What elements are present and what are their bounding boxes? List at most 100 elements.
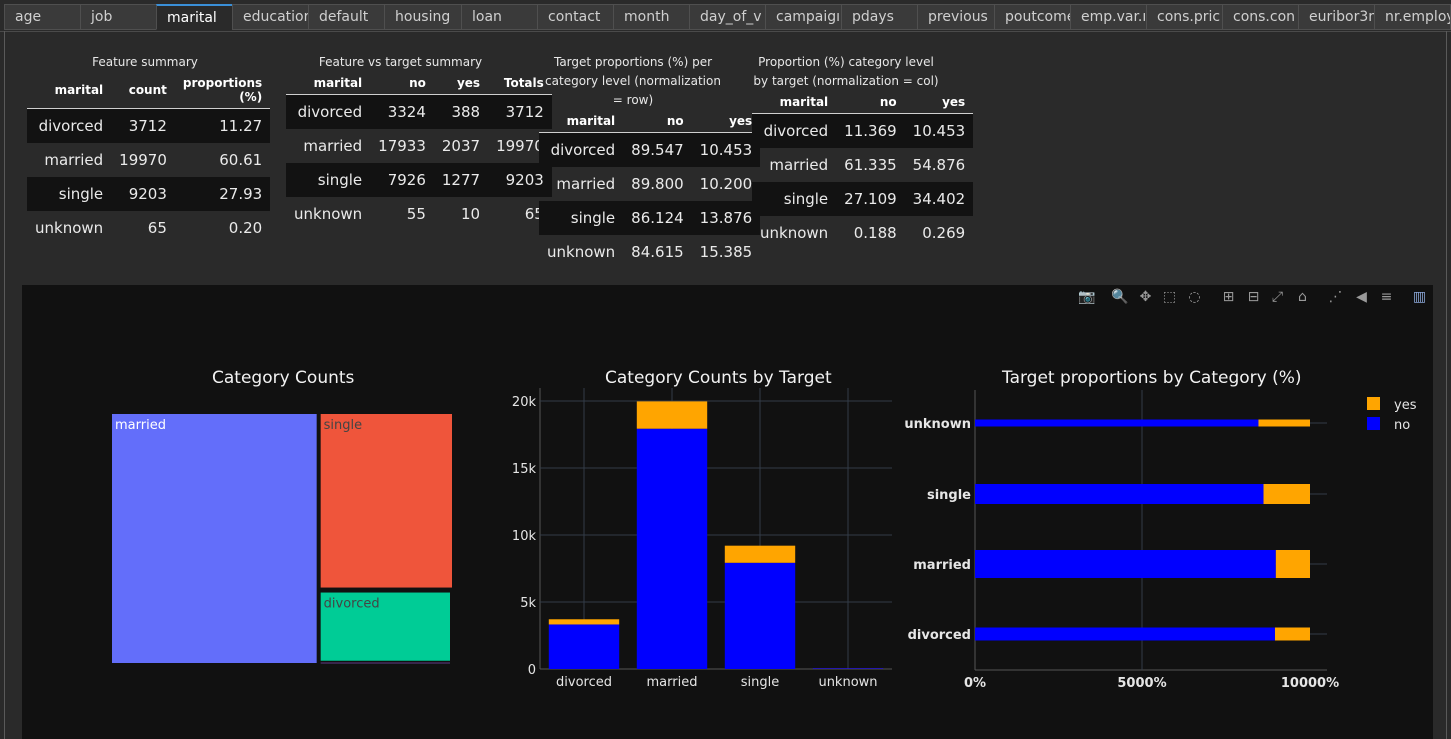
panel-left-border [4, 31, 5, 739]
zoom-icon[interactable]: 🔍 [1111, 289, 1128, 306]
table-cell: 86.124 [623, 201, 692, 235]
tab-poutcome[interactable]: poutcome [994, 4, 1071, 30]
tab-age[interactable]: age [4, 4, 81, 30]
treemap-title: Category Counts [212, 368, 355, 388]
table-cell: 10.453 [904, 113, 974, 148]
table-cell: 0.20 [228, 219, 263, 237]
tab-nr-employed[interactable]: nr.employ [1374, 4, 1451, 30]
zoom-in-icon[interactable]: ⊞ [1220, 289, 1237, 306]
tab-previous[interactable]: previous [917, 4, 995, 30]
autoscale-icon[interactable]: ⤢ [1269, 289, 1286, 306]
table-caption: Feature vs target summary [318, 55, 483, 69]
pan-icon[interactable]: ✥ [1137, 289, 1154, 306]
tab-month[interactable]: month [613, 4, 690, 30]
table-row: married 17933 2037 19970 [286, 129, 552, 163]
row-label: unknown [760, 224, 829, 242]
feature-summary-table: Feature summary marital count proportion… [27, 53, 271, 245]
row-label: divorced [27, 108, 112, 143]
hover-compare-icon[interactable]: ≡ [1378, 289, 1395, 306]
table-row: single 86.124 13.876 [539, 201, 761, 235]
tab-euribor3m[interactable]: euribor3r [1298, 4, 1375, 30]
table-cell: 89.547 [623, 132, 692, 167]
spike-lines-icon[interactable]: ⋰ [1327, 289, 1344, 306]
column-header: yes [433, 72, 489, 95]
table-row: unknown 0.188 0.269 [752, 216, 973, 250]
table-row: unknown 65 0.20 [27, 211, 270, 245]
tab-job[interactable]: job [80, 4, 157, 30]
table-cell: 11.27 [174, 108, 271, 143]
panel-right-border [1446, 31, 1447, 739]
row-label: single [27, 177, 112, 211]
table-row: divorced 3324 388 3712 [286, 94, 552, 129]
column-header: marital [286, 72, 371, 95]
tab-cons-price-idx[interactable]: cons.pric [1146, 4, 1223, 30]
row-label: single [539, 201, 624, 235]
tab-housing[interactable]: housing [384, 4, 462, 30]
tab-pdays[interactable]: pdays [841, 4, 918, 30]
table-row: married 89.800 10.200 [539, 167, 760, 201]
table-cell: 2037 [441, 137, 481, 155]
box-select-icon[interactable]: ⬚ [1161, 289, 1178, 306]
table-cell: 54.876 [912, 156, 966, 174]
row-label: divorced [539, 132, 624, 167]
table-cell: 19970 [119, 151, 167, 169]
table-cell: 65 [147, 219, 167, 237]
table-row: single 9203 27.93 [27, 177, 271, 211]
table-caption: Target proportions (%) per category leve… [545, 55, 721, 107]
table-cell: 27.93 [174, 177, 271, 211]
table-cell: 60.61 [219, 151, 263, 169]
row-label: single [286, 163, 371, 197]
column-header: no [370, 72, 434, 95]
table-cell: 1277 [433, 163, 489, 197]
table-caption: Proportion (%) category level by target … [753, 55, 939, 88]
feature-vs-target-table: Feature vs target summary marital no yes… [286, 53, 552, 231]
tab-campaign[interactable]: campaigı [765, 4, 842, 30]
tab-emp-var-rate[interactable]: emp.var.ı [1070, 4, 1147, 30]
table-row: unknown 55 10 65 [286, 197, 552, 231]
table-cell: 27.109 [836, 182, 905, 216]
lasso-icon[interactable]: ◌ [1186, 289, 1203, 306]
horizontal-bar-title: Target proportions by Category (%) [1002, 368, 1302, 388]
proportion-by-target-col-table: Proportion (%) category level by target … [752, 53, 974, 250]
table-cell: 11.369 [836, 113, 905, 148]
row-label: divorced [286, 94, 371, 129]
table-cell: 7926 [370, 163, 434, 197]
tab-marital[interactable]: marital [156, 4, 233, 30]
tab-day-of-week[interactable]: day_of_v [689, 4, 766, 30]
home-icon[interactable]: ⌂ [1294, 289, 1311, 306]
row-label: unknown [35, 219, 104, 237]
row-label: married [769, 156, 829, 174]
table-cell: 10 [460, 205, 481, 223]
row-label: married [303, 137, 363, 155]
table-cell: 84.615 [631, 243, 684, 261]
column-header: marital [539, 110, 624, 133]
tab-loan[interactable]: loan [461, 4, 538, 30]
table-cell: 55 [406, 205, 426, 223]
tab-cons-conf-idx[interactable]: cons.con [1222, 4, 1299, 30]
table-cell: 34.402 [904, 182, 974, 216]
row-label: married [44, 151, 104, 169]
table-row: married 61.335 54.876 [752, 148, 973, 182]
row-label: unknown [547, 243, 616, 261]
table-cell: 15.385 [699, 243, 753, 261]
table-caption: Feature summary [92, 55, 198, 69]
table-row: divorced 3712 11.27 [27, 108, 271, 143]
column-header: proportions (%) [174, 72, 271, 109]
tab-default[interactable]: default [308, 4, 385, 30]
column-header: no [623, 110, 692, 133]
table-row: unknown 84.615 15.385 [539, 235, 760, 269]
plotly-logo-icon[interactable]: ▥ [1411, 289, 1428, 306]
table-cell: 10.453 [691, 132, 761, 167]
column-header: yes [691, 110, 761, 133]
tab-education[interactable]: educatior [232, 4, 309, 30]
camera-icon[interactable]: 📷 [1078, 289, 1095, 306]
table-row: divorced 11.369 10.453 [752, 113, 974, 148]
hover-closest-icon[interactable]: ◀ [1353, 289, 1370, 306]
tab-bar: age job marital educatior default housin… [0, 0, 1451, 32]
column-header: marital [752, 91, 837, 114]
column-header: marital [27, 72, 112, 109]
tab-contact[interactable]: contact [537, 4, 614, 30]
zoom-out-icon[interactable]: ⊟ [1245, 289, 1262, 306]
table-cell: 9203 [111, 177, 175, 211]
row-label: unknown [294, 205, 363, 223]
